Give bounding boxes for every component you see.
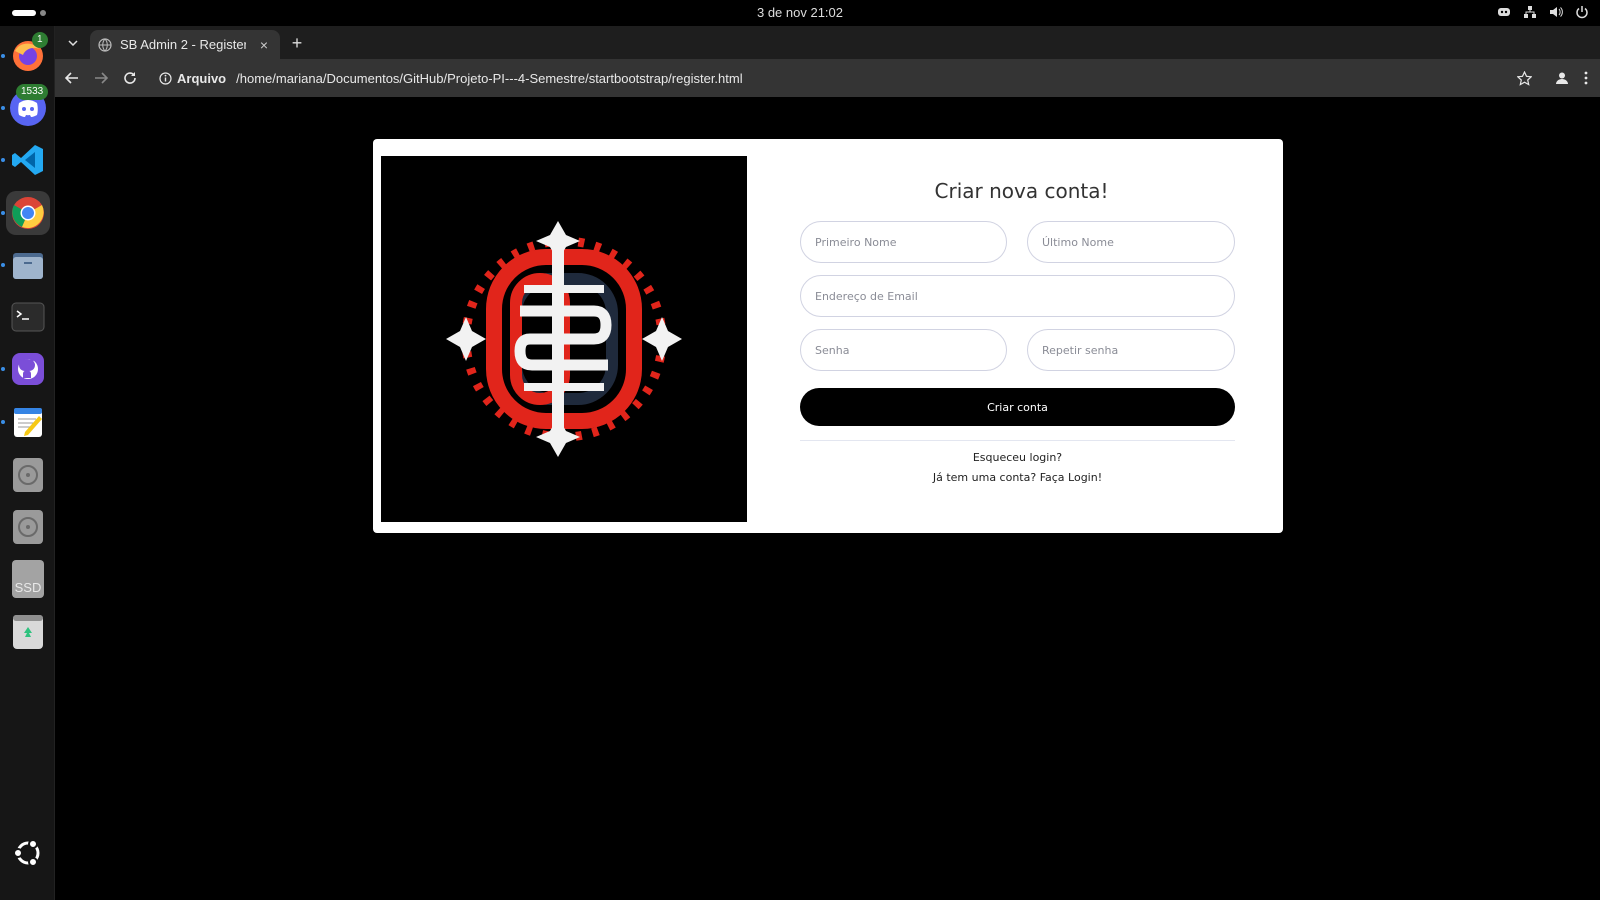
info-icon — [159, 71, 172, 85]
running-indicator — [1, 367, 5, 371]
tab-register[interactable]: SB Admin 2 - Register × — [90, 30, 280, 59]
address-bar[interactable]: Arquivo /home/mariana/Documentos/GitHub/… — [151, 64, 1511, 92]
brand-image-panel — [381, 156, 747, 522]
ssd-label: SSD — [14, 580, 42, 595]
github-desktop-launcher[interactable] — [1, 347, 50, 391]
repeat-password-input[interactable] — [1027, 329, 1235, 371]
tab-strip: SB Admin 2 - Register × + — [55, 26, 1600, 59]
disk-launcher-2[interactable] — [6, 505, 50, 549]
volume-icon[interactable] — [1548, 4, 1564, 20]
ssd-launcher[interactable]: SSD — [6, 557, 50, 601]
power-icon[interactable] — [1574, 4, 1590, 20]
github-icon — [12, 353, 44, 385]
reload-icon — [124, 72, 136, 84]
show-apps-button[interactable] — [6, 831, 50, 875]
trash-icon — [13, 615, 43, 649]
notification-badge: 1533 — [16, 84, 49, 100]
chevron-down-icon — [68, 40, 78, 46]
reload-button[interactable] — [118, 66, 142, 90]
chrome-icon — [12, 197, 44, 229]
network-icon[interactable] — [1522, 4, 1538, 20]
text-editor-launcher[interactable] — [1, 400, 50, 444]
email-input[interactable] — [800, 275, 1235, 317]
new-tab-button[interactable]: + — [287, 33, 307, 53]
terminal-icon — [11, 302, 45, 332]
app-dock: 1 1533 SSD — [0, 26, 55, 900]
site-info-button[interactable]: Arquivo — [151, 71, 236, 86]
vscode-icon — [12, 145, 43, 175]
more-vert-icon — [1584, 71, 1588, 85]
notification-badge: 1 — [32, 32, 48, 48]
register-form: Criar nova conta! Criar conta Esqueceu l… — [800, 139, 1243, 533]
disk-icon — [13, 458, 43, 492]
forward-button[interactable] — [89, 66, 113, 90]
arrow-right-icon — [95, 72, 108, 84]
running-indicator — [1, 420, 5, 424]
trash-launcher[interactable] — [6, 610, 50, 654]
browser-window: SB Admin 2 - Register × + Arquivo /home/… — [55, 26, 1600, 900]
first-name-input[interactable] — [800, 221, 1007, 263]
tab-title: SB Admin 2 - Register — [120, 37, 246, 52]
files-launcher[interactable] — [1, 243, 50, 287]
form-title: Criar nova conta! — [934, 179, 1109, 203]
security-chip-label: Arquivo — [177, 70, 227, 86]
bookmark-button[interactable] — [1512, 66, 1536, 90]
system-top-bar: 3 de nov 21:02 — [0, 0, 1600, 26]
system-clock[interactable]: 3 de nov 21:02 — [0, 5, 1600, 20]
files-icon — [13, 253, 43, 279]
terminal-launcher[interactable] — [6, 295, 50, 339]
running-indicator — [1, 106, 5, 110]
ubuntu-icon — [13, 839, 40, 867]
login-link[interactable]: Já tem uma conta? Faça Login! — [800, 471, 1235, 484]
running-indicator — [1, 158, 5, 162]
close-tab-button[interactable]: × — [254, 35, 274, 55]
system-tray[interactable] — [1496, 4, 1590, 20]
tab-search-button[interactable] — [63, 33, 83, 53]
brand-logo — [446, 221, 682, 457]
password-input[interactable] — [800, 329, 1007, 371]
running-indicator — [1, 211, 5, 215]
form-divider — [800, 440, 1235, 441]
forgot-login-link[interactable]: Esqueceu login? — [800, 451, 1235, 464]
disk-launcher-1[interactable] — [6, 453, 50, 497]
disk-icon — [13, 510, 43, 544]
register-card: Criar nova conta! Criar conta Esqueceu l… — [373, 139, 1283, 533]
star-icon — [1516, 70, 1532, 86]
running-indicator — [1, 263, 5, 267]
create-account-button[interactable]: Criar conta — [800, 388, 1235, 426]
discord-tray-icon[interactable] — [1496, 4, 1512, 20]
text-editor-icon — [14, 408, 42, 437]
last-name-input[interactable] — [1027, 221, 1235, 263]
url-text[interactable]: /home/mariana/Documentos/GitHub/Projeto-… — [236, 71, 742, 86]
profile-button[interactable] — [1550, 66, 1574, 90]
browser-toolbar: Arquivo /home/mariana/Documentos/GitHub/… — [55, 59, 1600, 97]
discord-launcher[interactable]: 1533 — [1, 84, 50, 130]
page-viewport: Criar nova conta! Criar conta Esqueceu l… — [55, 97, 1600, 900]
running-indicator — [1, 54, 5, 58]
person-icon — [1556, 72, 1568, 84]
arrow-left-icon — [65, 72, 78, 84]
chrome-launcher[interactable] — [1, 191, 50, 235]
globe-icon — [98, 37, 112, 52]
ssd-icon: SSD — [12, 560, 44, 598]
browser-menu-button[interactable] — [1574, 66, 1598, 90]
back-button[interactable] — [60, 66, 84, 90]
vscode-launcher[interactable] — [1, 138, 50, 182]
firefox-launcher[interactable]: 1 — [1, 32, 50, 78]
